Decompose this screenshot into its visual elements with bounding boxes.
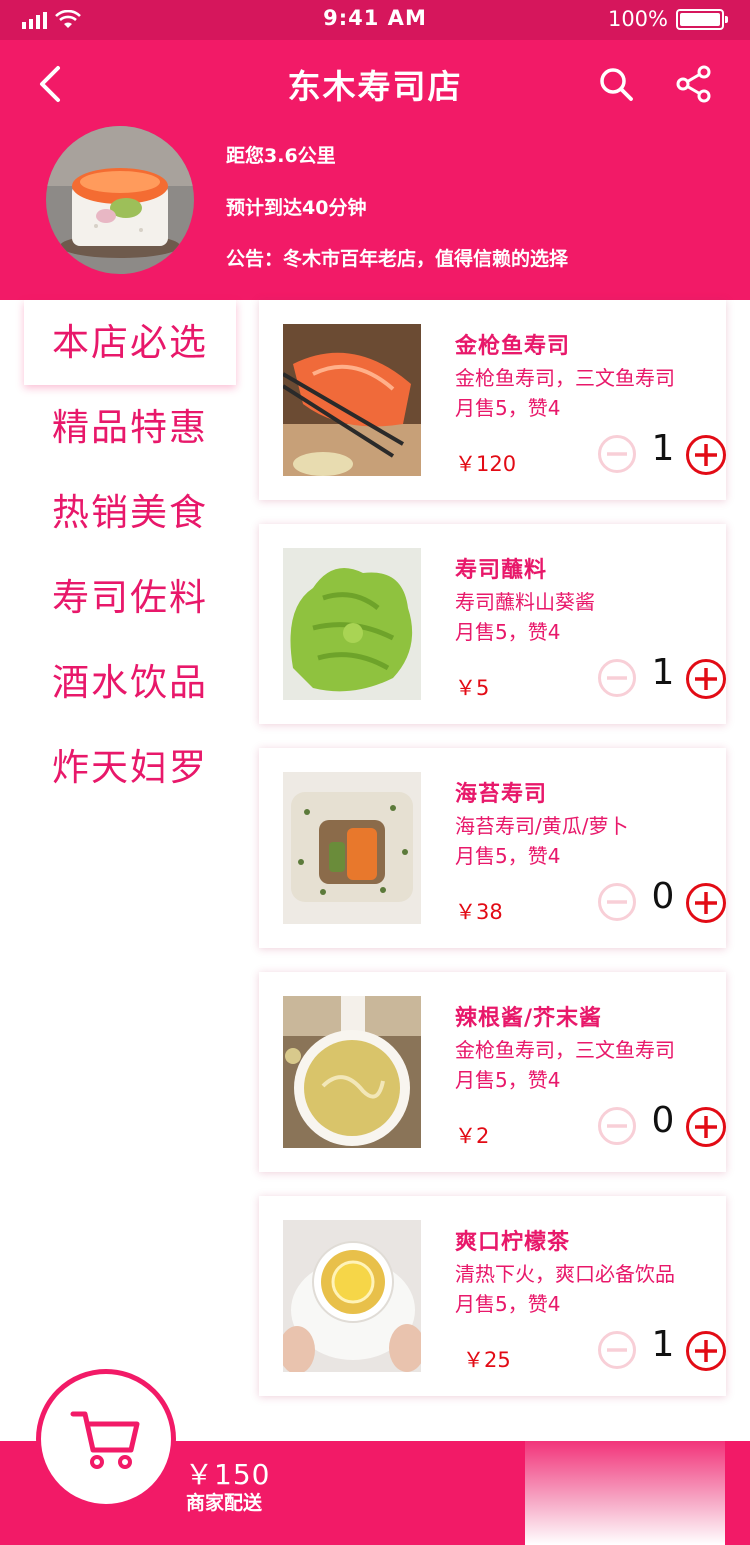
product-name: 辣根酱/芥末酱: [455, 1006, 603, 1031]
product-name: 海苔寿司: [455, 782, 548, 807]
category-item[interactable]: 炸天妇罗: [24, 725, 236, 810]
product-price: ￥120: [455, 452, 517, 476]
increase-qty-icon[interactable]: [685, 1330, 727, 1372]
product-desc: 清热下火，爽口必备饮品: [455, 1262, 675, 1286]
wasabi-image: [283, 548, 421, 700]
quantity-value: 1: [651, 1324, 675, 1365]
increase-qty-icon[interactable]: [685, 1106, 727, 1148]
share-icon[interactable]: [674, 64, 714, 104]
product-desc: 海苔寿司/黄瓜/萝卜: [455, 814, 629, 838]
product-name: 爽口柠檬茶: [455, 1230, 571, 1255]
product-sales: 月售5，赞4: [455, 844, 561, 868]
product-desc: 金枪鱼寿司，三文鱼寿司: [455, 366, 675, 390]
quantity-value: 1: [651, 652, 675, 693]
mustard-sauce-image: [283, 996, 421, 1148]
increase-qty-icon[interactable]: [685, 658, 727, 700]
product-card[interactable]: 海苔寿司 海苔寿司/黄瓜/萝卜 月售5，赞4 ￥38 0: [259, 748, 726, 948]
category-item[interactable]: 酒水饮品: [24, 640, 236, 725]
category-sidebar: 本店必选 精品特惠 热销美食 寿司佐料 酒水饮品 炸天妇罗: [24, 300, 236, 810]
quantity-value: 0: [651, 1100, 675, 1141]
shop-avatar: [46, 126, 194, 274]
decrease-qty-icon[interactable]: [597, 434, 637, 474]
battery-percent: 100%: [607, 7, 668, 31]
cart-total: ￥150: [185, 1458, 271, 1491]
product-price: ￥25: [463, 1348, 511, 1372]
nori-roll-image: [283, 772, 421, 924]
distance-text: 距您3.6公里: [226, 145, 336, 167]
decrease-qty-icon[interactable]: [597, 1106, 637, 1146]
status-bar: 9:41 AM 100%: [0, 0, 750, 40]
product-price: ￥38: [455, 900, 503, 924]
eta-text: 预计到达40分钟: [226, 197, 367, 219]
category-item[interactable]: 本店必选: [24, 300, 236, 385]
lemon-tea-image: [283, 1220, 421, 1372]
category-item[interactable]: 热销美食: [24, 470, 236, 555]
battery-icon: [676, 9, 728, 30]
product-price: ￥5: [455, 676, 490, 700]
decrease-qty-icon[interactable]: [597, 882, 637, 922]
delivery-text: 商家配送: [186, 1492, 263, 1514]
shop-header: 东木寿司店 距您3.6公里 预计到达40分钟 公告：冬木市百年老店，值得信赖的选…: [0, 40, 750, 300]
notice-text: 公告：冬木市百年老店，值得信赖的选择: [226, 248, 569, 270]
checkout-button[interactable]: [525, 1441, 725, 1545]
product-card[interactable]: 金枪鱼寿司 金枪鱼寿司，三文鱼寿司 月售5，赞4 ￥120 1: [259, 300, 726, 500]
cart-button[interactable]: [36, 1369, 176, 1509]
search-icon[interactable]: [596, 64, 636, 104]
product-name: 寿司蘸料: [455, 558, 548, 583]
product-card[interactable]: 爽口柠檬茶 清热下火，爽口必备饮品 月售5，赞4 ￥25 1: [259, 1196, 726, 1396]
quantity-value: 1: [651, 428, 675, 469]
product-desc: 金枪鱼寿司，三文鱼寿司: [455, 1038, 675, 1062]
salmon-sushi-image: [283, 324, 421, 476]
product-sales: 月售5，赞4: [455, 620, 561, 644]
product-card[interactable]: 寿司蘸料 寿司蘸料山葵酱 月售5，赞4 ￥5 1: [259, 524, 726, 724]
decrease-qty-icon[interactable]: [597, 1330, 637, 1370]
product-name: 金枪鱼寿司: [455, 334, 571, 359]
category-item[interactable]: 精品特惠: [24, 385, 236, 470]
increase-qty-icon[interactable]: [685, 882, 727, 924]
product-card[interactable]: 辣根酱/芥末酱 金枪鱼寿司，三文鱼寿司 月售5，赞4 ￥2 0: [259, 972, 726, 1172]
quantity-value: 0: [651, 876, 675, 917]
cart-icon: [70, 1411, 140, 1469]
product-price: ￥2: [455, 1124, 490, 1148]
category-item[interactable]: 寿司佐料: [24, 555, 236, 640]
product-desc: 寿司蘸料山葵酱: [455, 590, 595, 614]
page-title: 东木寿司店: [287, 67, 463, 106]
product-sales: 月售5，赞4: [455, 1292, 561, 1316]
increase-qty-icon[interactable]: [685, 434, 727, 476]
product-sales: 月售5，赞4: [455, 396, 561, 420]
product-sales: 月售5，赞4: [455, 1068, 561, 1092]
decrease-qty-icon[interactable]: [597, 658, 637, 698]
